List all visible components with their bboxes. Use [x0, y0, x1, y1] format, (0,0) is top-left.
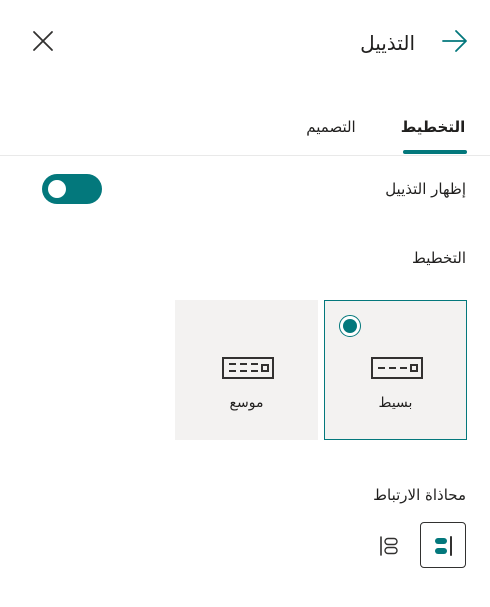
show-footer-toggle[interactable]	[42, 174, 102, 204]
tab-layout[interactable]: التخطيط	[400, 114, 466, 140]
radio-selected-icon	[339, 315, 361, 337]
close-icon	[33, 31, 53, 51]
panel-title: التذييل	[360, 31, 415, 55]
layout-option-extended[interactable]: موسع	[175, 300, 318, 440]
layout-extended-icon	[222, 357, 274, 379]
radio-dot	[343, 319, 357, 333]
layout-option-simple[interactable]: بسيط	[324, 300, 467, 440]
align-right-icon	[435, 536, 452, 556]
layout-simple-icon	[371, 357, 423, 379]
layout-section-label: التخطيط	[411, 249, 466, 267]
align-left-button[interactable]	[366, 522, 412, 568]
link-alignment-label: محاذاة الارتباط	[373, 486, 466, 504]
back-arrow-button[interactable]	[440, 26, 470, 56]
tab-design[interactable]: التصميم	[296, 114, 366, 140]
align-left-icon	[380, 536, 398, 556]
arrow-right-icon	[442, 30, 467, 52]
layout-option-extended-label: موسع	[229, 395, 264, 411]
show-footer-label: إظهار التذييل	[385, 180, 466, 198]
close-button[interactable]	[28, 26, 58, 56]
align-right-button[interactable]	[420, 522, 466, 568]
layout-option-simple-label: بسيط	[378, 395, 413, 411]
tab-selected-indicator	[403, 150, 467, 154]
tabs-divider	[0, 155, 490, 156]
toggle-knob	[48, 180, 66, 198]
